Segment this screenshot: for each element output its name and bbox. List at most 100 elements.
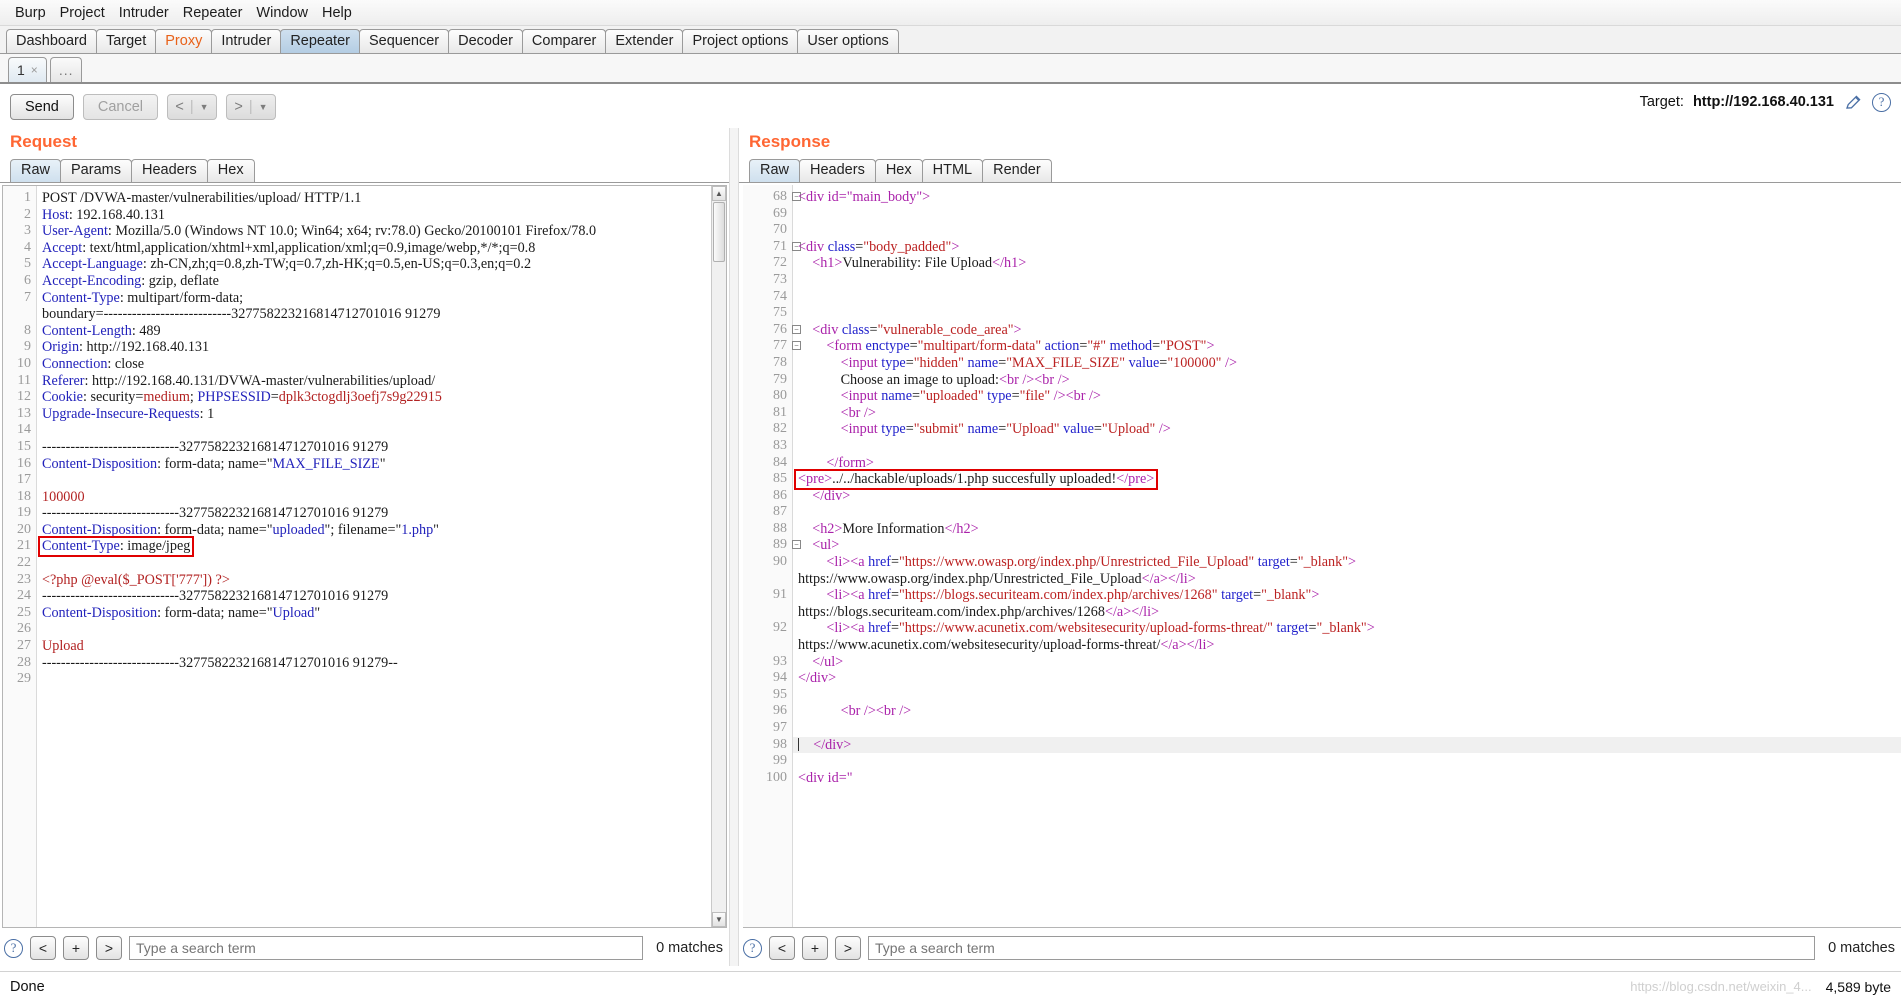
menu-item-project[interactable]: Project [53, 3, 112, 23]
forward-button[interactable]: > | ▼ [226, 94, 277, 120]
code-token: name [967, 354, 999, 371]
scroll-down-icon[interactable]: ▼ [712, 912, 726, 927]
tab-dashboard[interactable]: Dashboard [6, 29, 97, 53]
line-number: 74 [773, 288, 787, 304]
tab-target[interactable]: Target [95, 29, 157, 53]
line-number: 71− [743, 239, 801, 256]
code-token: Accept-Language [42, 256, 143, 273]
code-token: : security= [82, 389, 144, 406]
code-line: <div id="main_body"> [793, 189, 1901, 206]
code-token: medium [143, 389, 190, 406]
code-token: https://www.owasp.org/index.php/Unrestri… [798, 570, 1142, 587]
forward-arrow-icon: > [234, 99, 243, 115]
search-input[interactable] [868, 936, 1816, 960]
tab-project-options[interactable]: Project options [682, 29, 799, 53]
request-code[interactable]: POST /DVWA-master/vulnerabilities/upload… [37, 186, 726, 927]
search-next-button[interactable]: > [835, 936, 861, 960]
code-line: Cookie: security=medium; PHPSESSID=dplk3… [37, 389, 726, 406]
code-token: </a> [1141, 570, 1168, 587]
code-token: Origin [42, 339, 80, 356]
repeater-tab-1[interactable]: 1 × [8, 57, 47, 82]
line-number: 81 [773, 404, 787, 420]
search-prev-button[interactable]: < [30, 936, 56, 960]
response-tab-render[interactable]: Render [982, 159, 1052, 182]
response-editor[interactable]: 68−69 70 71−72 73 74 75 76−77−78 79 80 81 82 83 84 85… [743, 185, 1901, 928]
code-token: = [1253, 587, 1262, 604]
code-token: Content-Type [42, 538, 120, 555]
code-token: = [905, 354, 914, 371]
code-line: <input name="uploaded" type="file" /><br… [793, 388, 1901, 405]
tab-intruder[interactable]: Intruder [211, 29, 282, 53]
response-tab-hex[interactable]: Hex [874, 159, 923, 182]
tab-comparer[interactable]: Comparer [521, 29, 607, 53]
search-input[interactable] [129, 936, 644, 960]
request-pane: Request Raw Params Headers Hex 1 2 3 4 5 6 7 8 9 10 1… [0, 128, 729, 966]
code-line: Host: 192.168.40.131 [37, 207, 726, 224]
code-token: -----------------------------32775822321… [42, 438, 389, 455]
code-line: 100000 [37, 489, 726, 506]
code-line: Content-Disposition: form-data; name="MA… [37, 456, 726, 473]
close-icon[interactable]: × [31, 59, 38, 82]
code-line: <div id=" [793, 770, 1901, 787]
response-tab-raw[interactable]: Raw [749, 159, 801, 182]
code-token: "https://www.owasp.org/index.php/Unrestr… [898, 554, 1255, 571]
code-line: <div class="body_padded"> [793, 239, 1901, 256]
line-number: 72 [773, 255, 787, 271]
back-button[interactable]: < | ▼ [167, 94, 218, 120]
send-button[interactable]: Send [10, 94, 74, 120]
request-editor[interactable]: 1 2 3 4 5 6 7 8 9 10 11 12 13 14 15 16 17 18 19 20 21 22 23 24 2… [2, 185, 727, 928]
tab-repeater[interactable]: Repeater [280, 29, 360, 53]
code-token: "https://www.acunetix.com/websitesecurit… [898, 620, 1273, 637]
menu-item-window[interactable]: Window [249, 3, 315, 23]
scroll-thumb[interactable] [713, 202, 725, 262]
pane-splitter[interactable] [729, 128, 739, 966]
code-token: > [1348, 554, 1357, 571]
menu-item-repeater[interactable]: Repeater [176, 3, 250, 23]
request-tab-hex[interactable]: Hex [206, 159, 255, 182]
help-icon[interactable]: ? [4, 938, 23, 958]
tab-decoder[interactable]: Decoder [448, 29, 523, 53]
pencil-icon[interactable] [1843, 92, 1863, 112]
request-tab-params[interactable]: Params [60, 159, 132, 182]
repeater-new-tab-button[interactable]: ... [49, 57, 83, 82]
menu-item-burp[interactable]: Burp [8, 3, 53, 23]
help-icon[interactable]: ? [1872, 92, 1891, 112]
code-token: = [1152, 338, 1161, 355]
code-token: : 192.168.40.131 [68, 206, 165, 223]
response-code[interactable]: <div id="main_body"> <div class="body_pad… [793, 185, 1901, 927]
request-tab-raw[interactable]: Raw [10, 159, 62, 182]
tab-sequencer[interactable]: Sequencer [358, 29, 450, 53]
code-token: <a [850, 587, 869, 604]
code-token: = [909, 338, 918, 355]
response-tab-headers[interactable]: Headers [799, 159, 876, 182]
search-add-button[interactable]: + [63, 936, 89, 960]
tab-extender[interactable]: Extender [605, 29, 684, 53]
code-token: /> [1050, 388, 1066, 405]
tab-user-options[interactable]: User options [797, 29, 899, 53]
tab-proxy[interactable]: Proxy [155, 29, 213, 53]
code-line: Accept-Encoding: gzip, deflate [37, 273, 726, 290]
request-scrollbar[interactable]: ▲ ▼ [711, 186, 726, 927]
line-number: 13 [17, 405, 31, 421]
code-token: Upload [272, 604, 315, 621]
scroll-up-icon[interactable]: ▲ [712, 186, 726, 201]
menu-item-intruder[interactable]: Intruder [112, 3, 176, 23]
code-token: -----------------------------32775822321… [42, 654, 398, 671]
code-token: method [1109, 338, 1153, 355]
search-add-button[interactable]: + [802, 936, 828, 960]
code-token: </h1> [992, 255, 1027, 272]
request-tab-headers[interactable]: Headers [130, 159, 208, 182]
search-prev-button[interactable]: < [769, 936, 795, 960]
help-icon[interactable]: ? [743, 938, 762, 958]
line-number [743, 571, 792, 588]
menu-item-help[interactable]: Help [315, 3, 359, 23]
response-tab-html[interactable]: HTML [921, 159, 984, 182]
code-token: Accept-Encoding [42, 272, 142, 289]
code-line: <li><a href="https://blogs.securiteam.co… [793, 587, 1901, 604]
search-next-button[interactable]: > [96, 936, 122, 960]
